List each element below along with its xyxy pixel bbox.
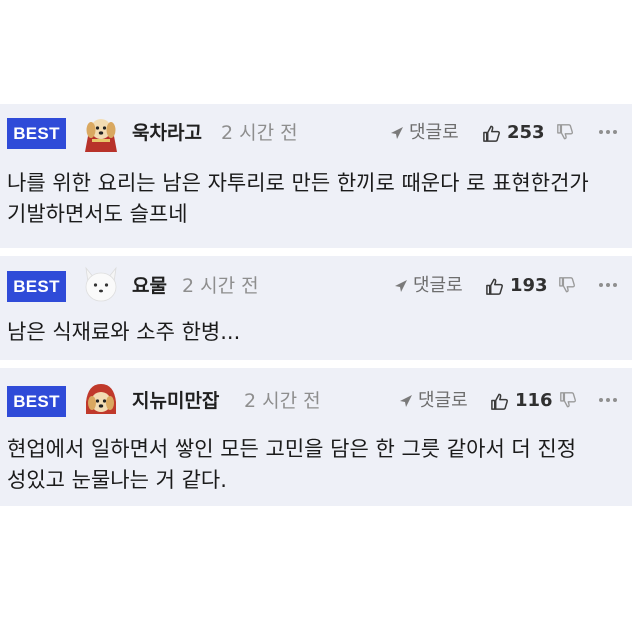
comment-text: 현업에서 일하면서 쌓인 모든 고민을 담은 한 그릇 같아서 더 진정 성있고… — [7, 434, 627, 496]
comment-header: BEST 요물 2 시간 전 댓글로 193 — [0, 256, 632, 308]
white-fox-avatar-icon[interactable] — [80, 264, 122, 304]
timestamp: 2 시간 전 — [221, 122, 298, 144]
thumbs-up-icon — [483, 125, 500, 142]
best-badge: BEST — [7, 386, 66, 417]
comment-item: BEST 지뉴미만잡 2 시간 전 댓글로 116 현업에서 일하면서 쌓인 모… — [0, 368, 632, 506]
thumbs-down-icon — [559, 277, 575, 293]
reply-button[interactable]: 댓글로 — [390, 118, 459, 148]
divider — [0, 360, 632, 368]
reply-label: 댓글로 — [418, 390, 468, 411]
thumbs-up-icon — [486, 278, 503, 295]
reply-button[interactable]: 댓글로 — [399, 386, 468, 416]
puppy-caped-avatar-icon[interactable] — [80, 112, 122, 152]
comment-list: BEST 욱차라고 2 시간 전 댓글로 253 나를 위한 요리는 남은 자투… — [0, 104, 632, 506]
comment-item: BEST 욱차라고 2 시간 전 댓글로 253 나를 위한 요리는 남은 자투… — [0, 104, 632, 248]
timestamp: 2 시간 전 — [244, 390, 321, 412]
send-arrow-icon — [391, 127, 403, 139]
reply-label: 댓글로 — [409, 122, 459, 143]
like-button[interactable]: 253 — [482, 118, 545, 148]
reply-button[interactable]: 댓글로 — [394, 271, 463, 301]
dislike-button[interactable] — [556, 123, 574, 145]
like-button[interactable]: 116 — [490, 386, 553, 416]
comment-text-line: 성있고 눈물나는 거 같다. — [7, 468, 227, 492]
dislike-button[interactable] — [558, 276, 576, 298]
more-menu-icon[interactable] — [599, 283, 617, 287]
timestamp: 2 시간 전 — [182, 275, 259, 297]
comment-header: BEST 지뉴미만잡 2 시간 전 댓글로 116 — [0, 368, 632, 420]
like-button[interactable]: 193 — [485, 271, 548, 301]
best-badge: BEST — [7, 118, 66, 149]
comment-text-line: 현업에서 일하면서 쌓인 모든 고민을 담은 한 그릇 같아서 더 진정 — [7, 437, 577, 461]
thumbs-up-icon — [491, 393, 508, 410]
nickname[interactable]: 요물 — [132, 271, 167, 301]
more-menu-icon[interactable] — [599, 130, 617, 134]
thumbs-down-icon — [560, 392, 576, 408]
send-arrow-icon — [400, 395, 412, 407]
divider — [0, 248, 632, 256]
dislike-button[interactable] — [559, 391, 577, 413]
like-count: 193 — [510, 275, 548, 296]
comment-text: 나를 위한 요리는 남은 자투리로 만든 한끼로 때운다 로 표현한건가 기발하… — [7, 168, 627, 230]
like-count: 116 — [515, 390, 553, 411]
nickname[interactable]: 욱차라고 — [132, 118, 202, 148]
comment-text-line: 기발하면서도 슬프네 — [7, 202, 188, 226]
comment-text-line: 나를 위한 요리는 남은 자투리로 만든 한끼로 때운다 로 표현한건가 — [7, 171, 589, 195]
comment-text-line: 남은 식재료와 소주 한병... — [7, 320, 241, 344]
comment-text: 남은 식재료와 소주 한병... — [7, 317, 627, 348]
comment-item: BEST 요물 2 시간 전 댓글로 193 남은 식재료와 소주 한병... — [0, 256, 632, 360]
like-count: 253 — [507, 122, 545, 143]
reply-label: 댓글로 — [413, 275, 463, 296]
more-menu-icon[interactable] — [599, 398, 617, 402]
best-badge: BEST — [7, 271, 66, 302]
send-arrow-icon — [395, 280, 407, 292]
puppy-hood-avatar-icon[interactable] — [80, 380, 122, 420]
comment-header: BEST 욱차라고 2 시간 전 댓글로 253 — [0, 104, 632, 156]
nickname[interactable]: 지뉴미만잡 — [132, 386, 219, 416]
thumbs-down-icon — [557, 124, 573, 140]
